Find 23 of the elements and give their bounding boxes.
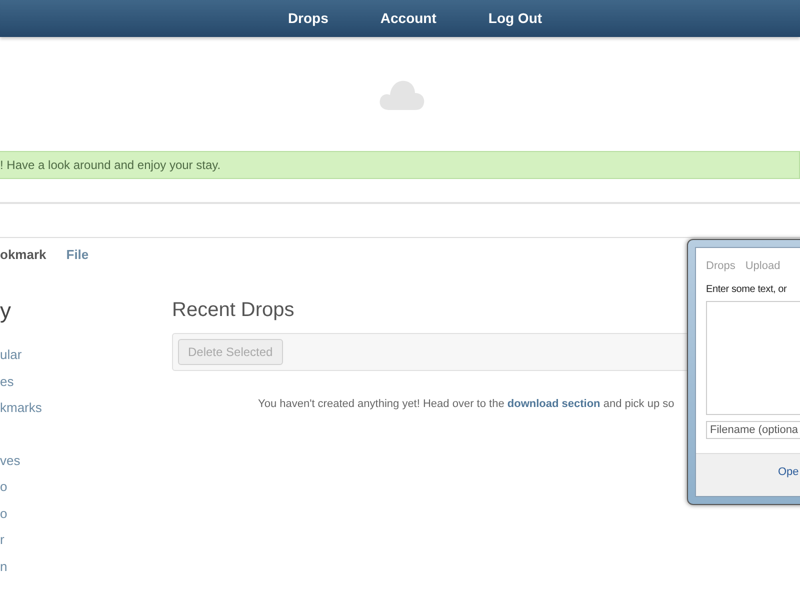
tab[interactable]: okmark (0, 247, 46, 271)
sidebar-item[interactable]: r (0, 527, 172, 554)
nav-link[interactable]: Account (354, 0, 462, 37)
tab[interactable]: File (66, 247, 89, 271)
dialog-tab[interactable]: Upload (745, 260, 780, 272)
sidebar-item[interactable]: kmarks (0, 395, 172, 422)
prompt-text: Enter some text, or (706, 284, 788, 295)
filename-field[interactable]: Filename (optiona (706, 421, 800, 439)
download-section-link[interactable]: download section (507, 398, 600, 410)
sidebar-item[interactable]: ular (0, 342, 172, 368)
open-link[interactable]: Ope (778, 466, 799, 478)
sidebar-heading: y (0, 298, 12, 325)
page-title: Recent Drops (172, 299, 296, 323)
sidebar-item[interactable]: o (0, 500, 172, 527)
nav-link[interactable]: Drops (262, 0, 354, 37)
alert-text: ! Have a look around and enjoy your stay. (0, 158, 221, 172)
sidebar-item[interactable]: ves (0, 448, 172, 474)
cloud-icon (378, 79, 424, 111)
nav-link[interactable]: Log Out (462, 0, 568, 37)
sidebar-item[interactable]: o (0, 474, 172, 500)
dialog-tab[interactable]: Drops (706, 260, 736, 272)
sidebar-item[interactable]: n (0, 554, 172, 580)
sidebar-item[interactable]: es (0, 368, 172, 395)
